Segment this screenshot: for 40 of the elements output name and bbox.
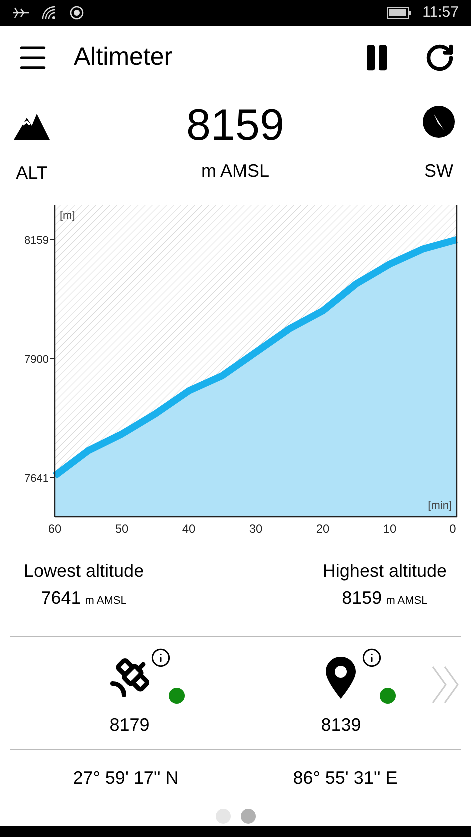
tick-mark — [50, 358, 56, 360]
x-tick-label: 20 — [316, 522, 330, 536]
unit-label: m AMSL — [201, 160, 270, 183]
wifi-icon — [42, 6, 58, 20]
stat-value: 8159 — [342, 587, 382, 610]
coordinate-text: 86° 55' 31'' E — [293, 766, 398, 790]
info-icon[interactable] — [362, 648, 382, 668]
compass-icon — [422, 106, 455, 138]
x-tick-label: 50 — [115, 522, 129, 536]
airplane-icon — [12, 7, 30, 19]
app-title: Altimeter — [74, 42, 173, 74]
y-tick-label: 7641 — [24, 472, 49, 485]
mode-label: ALT — [16, 162, 48, 185]
sensor-reading: 8139 — [321, 714, 362, 736]
clock: 11:57 — [422, 2, 459, 23]
x-tick-label: 40 — [182, 522, 196, 536]
stat-unit: m AMSL — [386, 594, 428, 609]
map-pin-icon — [326, 656, 356, 698]
tick-mark — [50, 239, 56, 240]
coordinate-text: 27° 59' 17'' N — [73, 766, 179, 790]
sensor-reading: 8179 — [110, 714, 150, 736]
x-tick-label: 60 — [48, 522, 62, 536]
stat-value: 7641 — [41, 587, 82, 610]
direction-label: SW — [424, 160, 454, 183]
x-tick-label: 30 — [249, 522, 263, 536]
info-icon[interactable] — [150, 648, 171, 668]
y-axis-label: [m] — [60, 210, 76, 222]
altitude-reading: 8159 — [186, 100, 284, 152]
x-axis-label: [min] — [428, 500, 452, 512]
tick-mark — [50, 477, 56, 478]
y-tick-label: 8159 — [24, 234, 49, 247]
refresh-icon — [425, 43, 455, 73]
stat-unit: m AMSL — [85, 594, 127, 609]
stat-label: Lowest altitude — [24, 560, 144, 583]
x-tick-label: 0 — [450, 522, 456, 536]
battery-icon — [386, 7, 411, 19]
stat-label: Highest altitude — [322, 560, 447, 583]
x-tick-label: 10 — [383, 522, 397, 536]
location-ring-icon — [70, 6, 84, 20]
y-tick-label: 7900 — [24, 354, 49, 366]
